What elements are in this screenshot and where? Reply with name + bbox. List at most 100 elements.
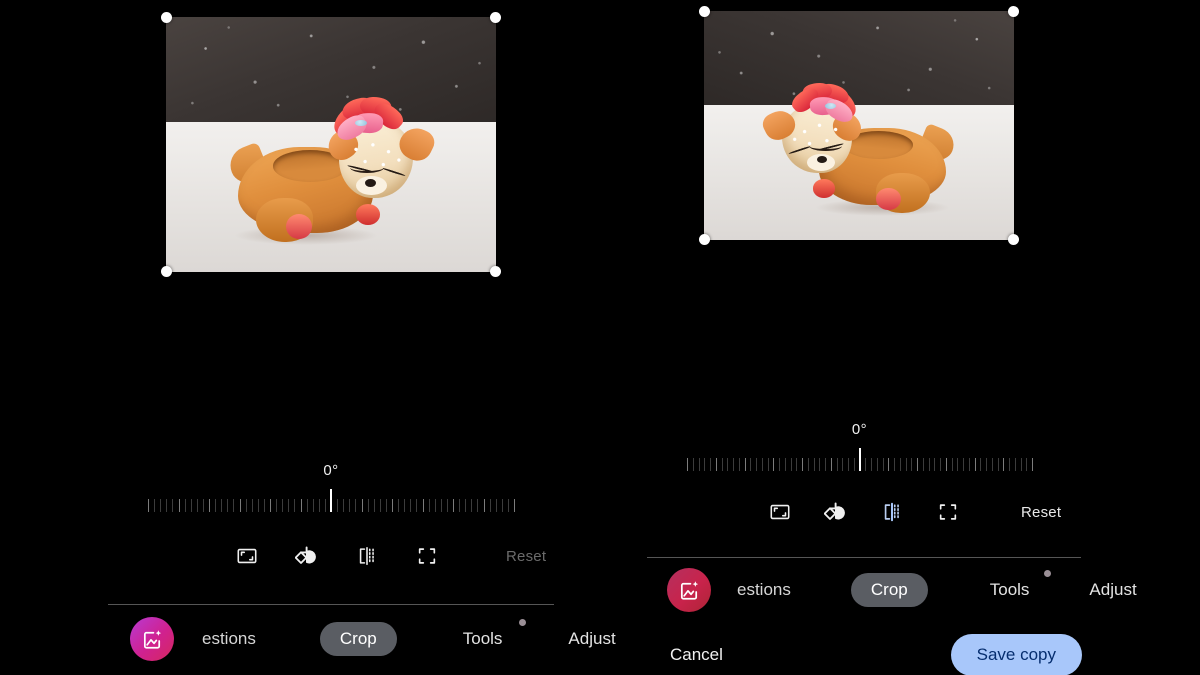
ruler-tick [392,499,393,512]
ruler-tick [733,458,734,471]
tools-badge-dot [519,619,527,626]
ruler-tick [819,458,821,471]
crop-frame[interactable] [699,6,1019,245]
ruler-tick [453,499,454,512]
aspect-ratio-icon[interactable] [763,495,797,529]
ruler-tick [361,499,363,512]
rotation-ruler[interactable] [687,447,1033,471]
tab-crop[interactable]: Crop [319,622,397,656]
ruler-tick [379,499,381,512]
ruler-tick [178,499,180,512]
ruler-tick [294,499,296,512]
tab-suggestions[interactable]: estions [200,629,258,649]
reset-button[interactable]: Reset [1021,504,1061,521]
reset-button[interactable]: Reset [506,548,546,565]
ruler-tick [312,499,314,512]
magic-enhance-icon[interactable] [130,617,174,661]
crop-handle-bottom-right[interactable] [490,266,501,277]
rotate-icon[interactable] [819,495,853,529]
ruler-tick [288,499,290,512]
ruler-tick [905,458,907,471]
ruler-tick [744,458,746,471]
crop-handle-top-right[interactable] [1008,6,1019,17]
crop-handle-top-left[interactable] [699,6,710,17]
editor-tabbar: estions Crop Tools Adjust [130,617,616,661]
crop-handle-bottom-right[interactable] [1008,234,1019,245]
ruler-tick [922,458,924,471]
aspect-ratio-icon[interactable] [230,539,264,573]
ruler-tick [239,499,241,512]
rotation-dial[interactable]: 0° [687,421,1033,471]
ruler-tick [385,499,387,512]
ruler-tick [813,458,815,471]
auto-straighten-icon[interactable] [931,495,965,529]
photo-preview[interactable] [704,11,1014,240]
ruler-tick [802,458,803,471]
ruler-tick [434,499,436,512]
ruler-tick [172,499,174,512]
tab-adjust[interactable]: Adjust [566,629,617,649]
flip-icon[interactable] [350,539,384,573]
tab-adjust[interactable]: Adjust [1087,580,1138,600]
ruler-tick [738,458,740,471]
ruler-tick [727,458,729,471]
crop-handle-top-left[interactable] [161,12,172,23]
ruler-tick [337,499,339,512]
ruler-tick [865,458,867,471]
ruler-tick [495,499,497,512]
magic-enhance-icon[interactable] [667,568,711,612]
ruler-tick [404,499,406,512]
crop-handle-bottom-left[interactable] [161,266,172,277]
ruler-tick [853,458,855,471]
editor-tabbar: estions Crop Tools Adjust [667,568,1137,612]
crop-handle-top-right[interactable] [490,12,501,23]
save-copy-button[interactable]: Save copy [950,634,1082,675]
tab-tools[interactable]: Tools [461,619,527,649]
tab-tools-label: Tools [462,629,503,648]
ruler-tick [1009,458,1010,471]
ruler-tick [489,499,491,512]
ruler-tick [471,499,473,512]
crop-frame[interactable] [161,12,501,277]
ruler-tick [184,499,186,512]
ruler-tick [148,499,149,512]
crop-tool-row: Reset [230,538,550,574]
ruler-tick [842,458,844,471]
rotation-ruler[interactable] [148,488,515,512]
auto-straighten-icon[interactable] [410,539,444,573]
ruler-tick [687,458,688,471]
ruler-tick [233,499,235,512]
ruler-tick [251,499,253,512]
tab-suggestions[interactable]: estions [735,580,793,600]
flip-icon[interactable] [875,495,909,529]
ruler-tick [888,458,890,471]
photo-preview[interactable] [166,17,496,272]
ruler-tick [773,458,775,471]
ruler-tick [196,499,198,512]
ruler-tick [848,458,849,471]
ruler-tick [974,458,976,471]
ruler-tick [721,458,723,471]
ruler-tick [428,499,430,512]
cancel-button[interactable]: Cancel [670,645,723,665]
editor-action-bar: Cancel Save copy [670,633,1082,675]
ruler-tick [398,499,400,512]
rotate-icon[interactable] [290,539,324,573]
ruler-tick [154,499,156,512]
tools-badge-dot [1044,570,1052,577]
tab-crop[interactable]: Crop [850,573,928,607]
tab-tools-label: Tools [989,580,1030,599]
ruler-tick [836,458,838,471]
ruler-tick [276,499,278,512]
ruler-tick [245,499,247,512]
ruler-tick [257,499,259,512]
crop-handle-bottom-left[interactable] [699,234,710,245]
ruler-tick [698,458,700,471]
ruler-tick [215,499,217,512]
ruler-tick [190,499,192,512]
rotation-dial[interactable]: 0° [148,462,515,512]
ruler-tick [1014,458,1016,471]
ruler-tick [343,499,345,512]
ruler-tick [1003,458,1005,471]
tab-tools[interactable]: Tools [988,570,1052,600]
